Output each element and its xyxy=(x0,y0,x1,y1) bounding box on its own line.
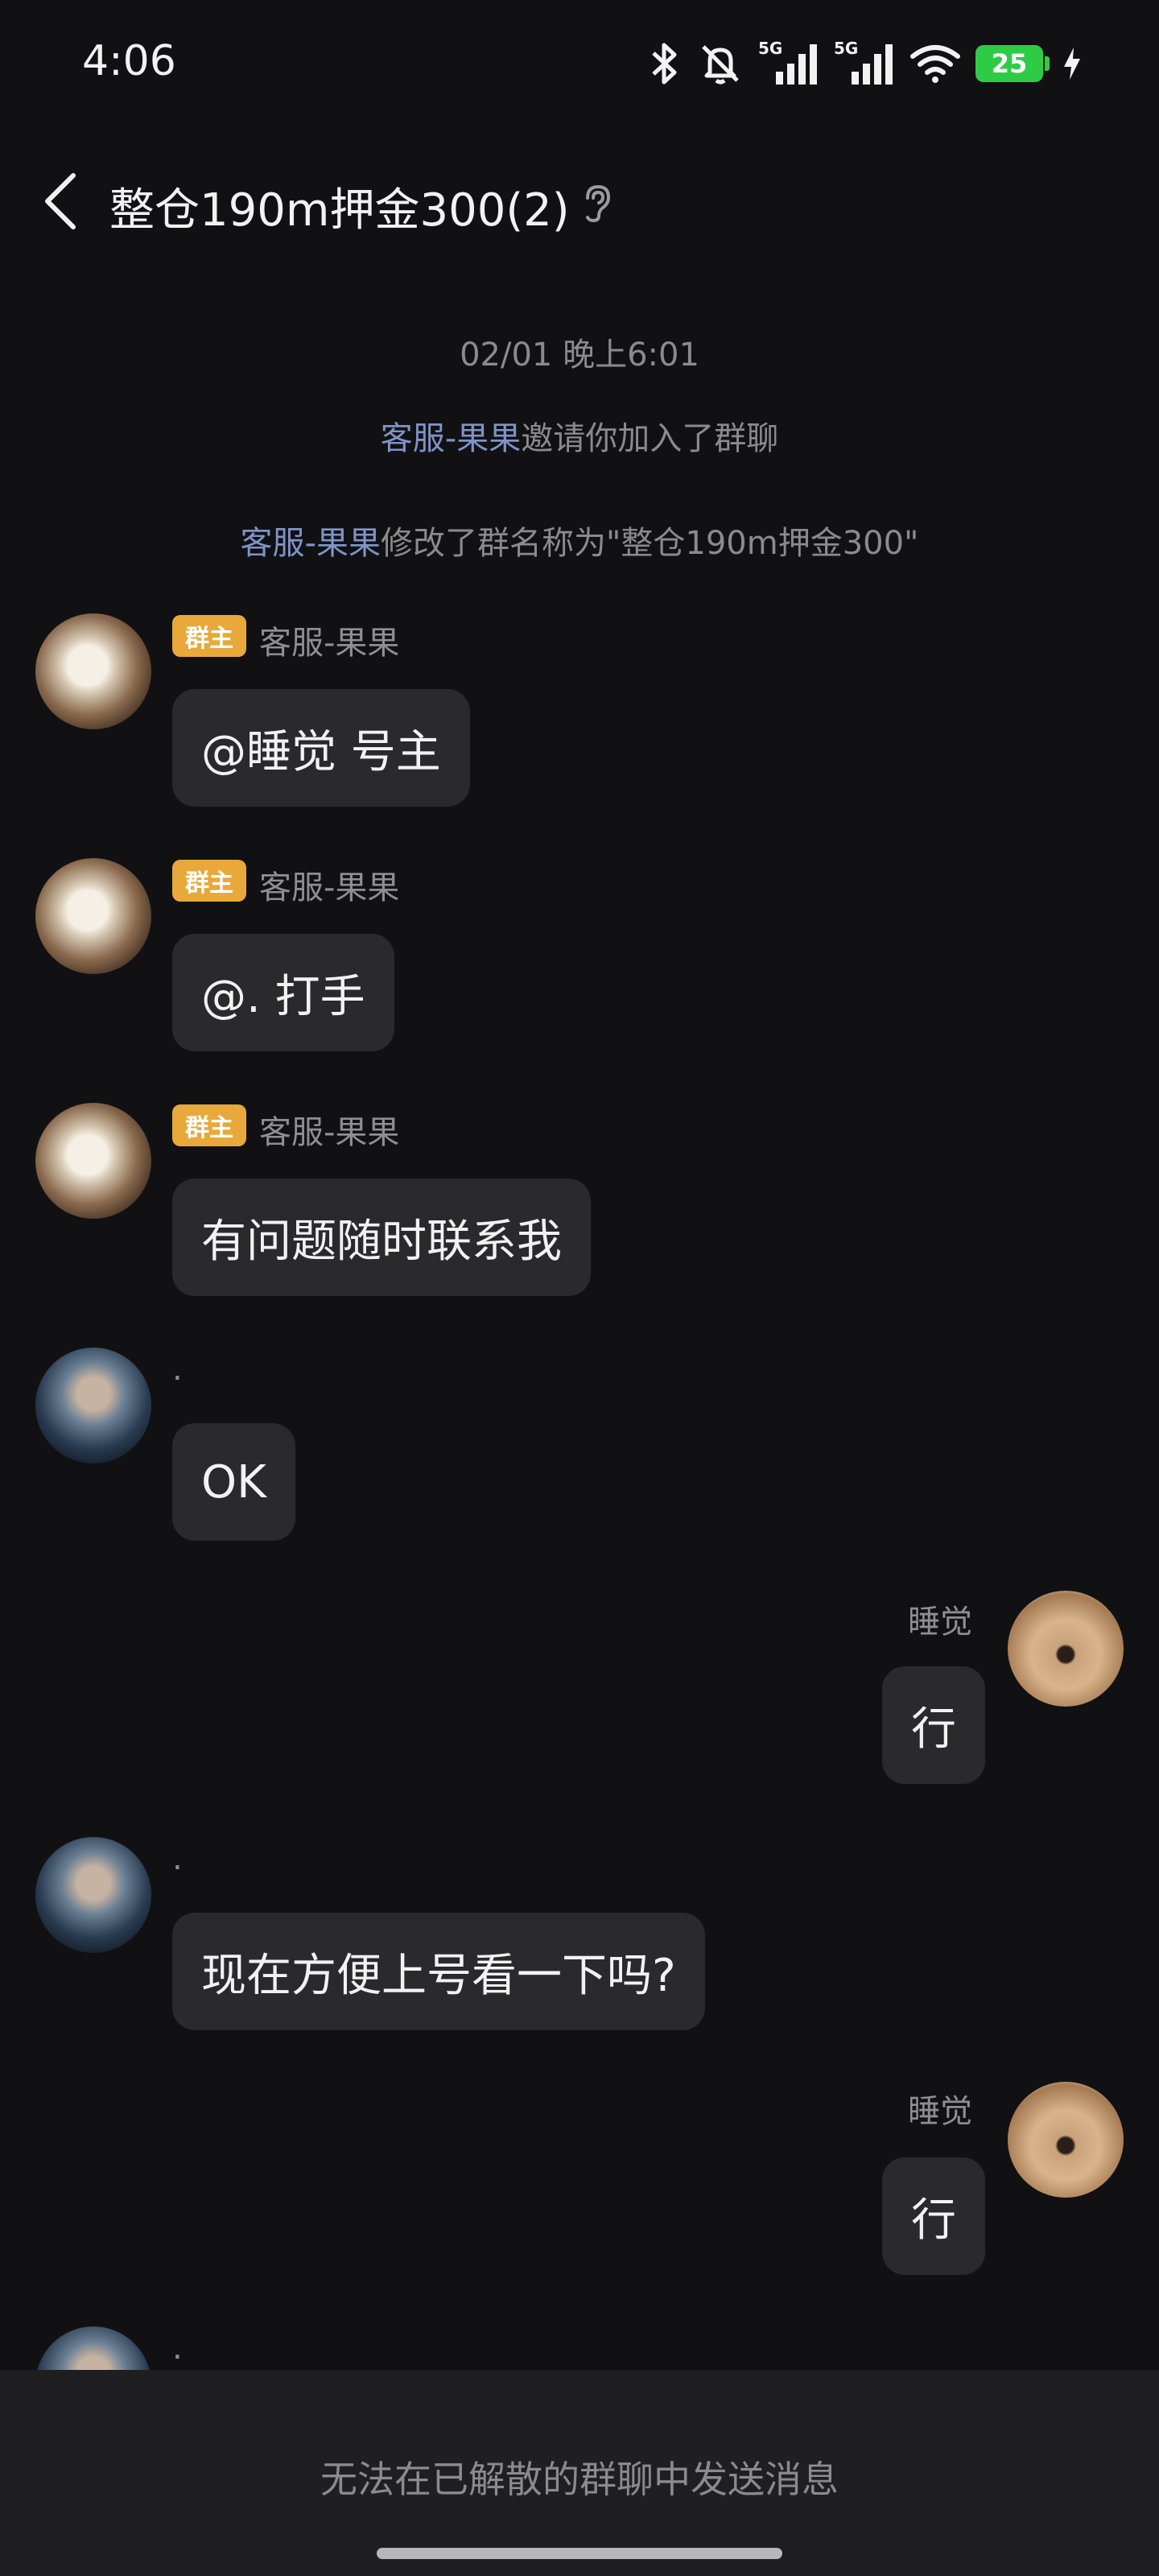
avatar[interactable] xyxy=(1008,2082,1124,2198)
mute-icon xyxy=(697,35,744,92)
owner-badge: 群主 xyxy=(172,615,246,657)
chevron-left-icon xyxy=(45,173,76,229)
owner-badge: 群主 xyxy=(172,860,246,902)
avatar[interactable] xyxy=(35,613,151,729)
avatar[interactable] xyxy=(35,1103,151,1219)
message-bubble[interactable]: 行 xyxy=(882,1666,985,1784)
avatar[interactable] xyxy=(35,1837,151,1953)
system-notice-rename: 客服-果果修改了群名称为"整仓190m押金300" xyxy=(0,517,1159,564)
disbanded-notice: 无法在已解散的群聊中发送消息 xyxy=(320,2458,839,2501)
chat-header: 整仓190m押金300(2) xyxy=(0,153,1159,250)
home-indicator[interactable] xyxy=(377,2548,782,2559)
avatar[interactable] xyxy=(35,858,151,974)
sender-name: 睡觉 xyxy=(908,2093,972,2130)
ear-icon[interactable] xyxy=(576,182,618,224)
sender-name: 客服-果果 xyxy=(259,1114,400,1151)
avatar[interactable] xyxy=(35,1348,151,1463)
bluetooth-icon xyxy=(647,35,683,92)
disbanded-notice-bar: 无法在已解散的群聊中发送消息 xyxy=(0,2370,1159,2576)
notice-text: 修改了群名称为"整仓190m押金300" xyxy=(380,525,919,562)
sender-name: . xyxy=(172,1840,183,1877)
status-time: 4:06 xyxy=(82,37,176,85)
charging-icon xyxy=(1062,35,1082,92)
avatar[interactable] xyxy=(1008,1591,1124,1707)
svg-text:5G: 5G xyxy=(758,41,782,58)
battery-icon: 25 xyxy=(975,45,1050,82)
system-notice-invite: 客服-果果邀请你加入了群聊 xyxy=(0,412,1159,459)
message-bubble[interactable]: 有问题随时联系我 xyxy=(172,1179,591,1296)
back-button[interactable] xyxy=(32,167,89,235)
signal-5g-icon: 5G xyxy=(834,35,895,92)
message-bubble[interactable]: @睡觉 号主 xyxy=(172,689,470,807)
owner-badge: 群主 xyxy=(172,1104,246,1146)
sender-name: 睡觉 xyxy=(908,1604,972,1641)
chat-title[interactable]: 整仓190m押金300(2) xyxy=(109,174,570,239)
sender-name: 客服-果果 xyxy=(259,869,400,906)
message-bubble[interactable]: @. 打手 xyxy=(172,934,394,1051)
wifi-icon xyxy=(909,35,961,92)
svg-text:5G: 5G xyxy=(834,41,858,58)
status-icons: 5G 5G 25 xyxy=(647,35,1082,92)
notice-text: 邀请你加入了群聊 xyxy=(521,420,779,457)
notice-user-link[interactable]: 客服-果果 xyxy=(381,420,521,457)
message-bubble[interactable]: 现在方便上号看一下吗? xyxy=(172,1913,705,2030)
sender-name: 客服-果果 xyxy=(259,625,400,662)
chat-screen: 4:06 5G 5G 25 整仓190m押金300(2) 02/01 晚上6:0… xyxy=(0,0,1159,2576)
message-bubble[interactable]: OK xyxy=(172,1423,295,1541)
sender-name: . xyxy=(172,2330,183,2367)
sender-name: . xyxy=(172,1351,183,1388)
message-bubble[interactable]: 行 xyxy=(882,2157,985,2275)
status-bar: 4:06 5G 5G 25 xyxy=(0,0,1159,129)
signal-5g-icon: 5G xyxy=(758,35,819,92)
date-divider: 02/01 晚上6:01 xyxy=(460,336,699,374)
notice-user-link[interactable]: 客服-果果 xyxy=(241,525,381,562)
